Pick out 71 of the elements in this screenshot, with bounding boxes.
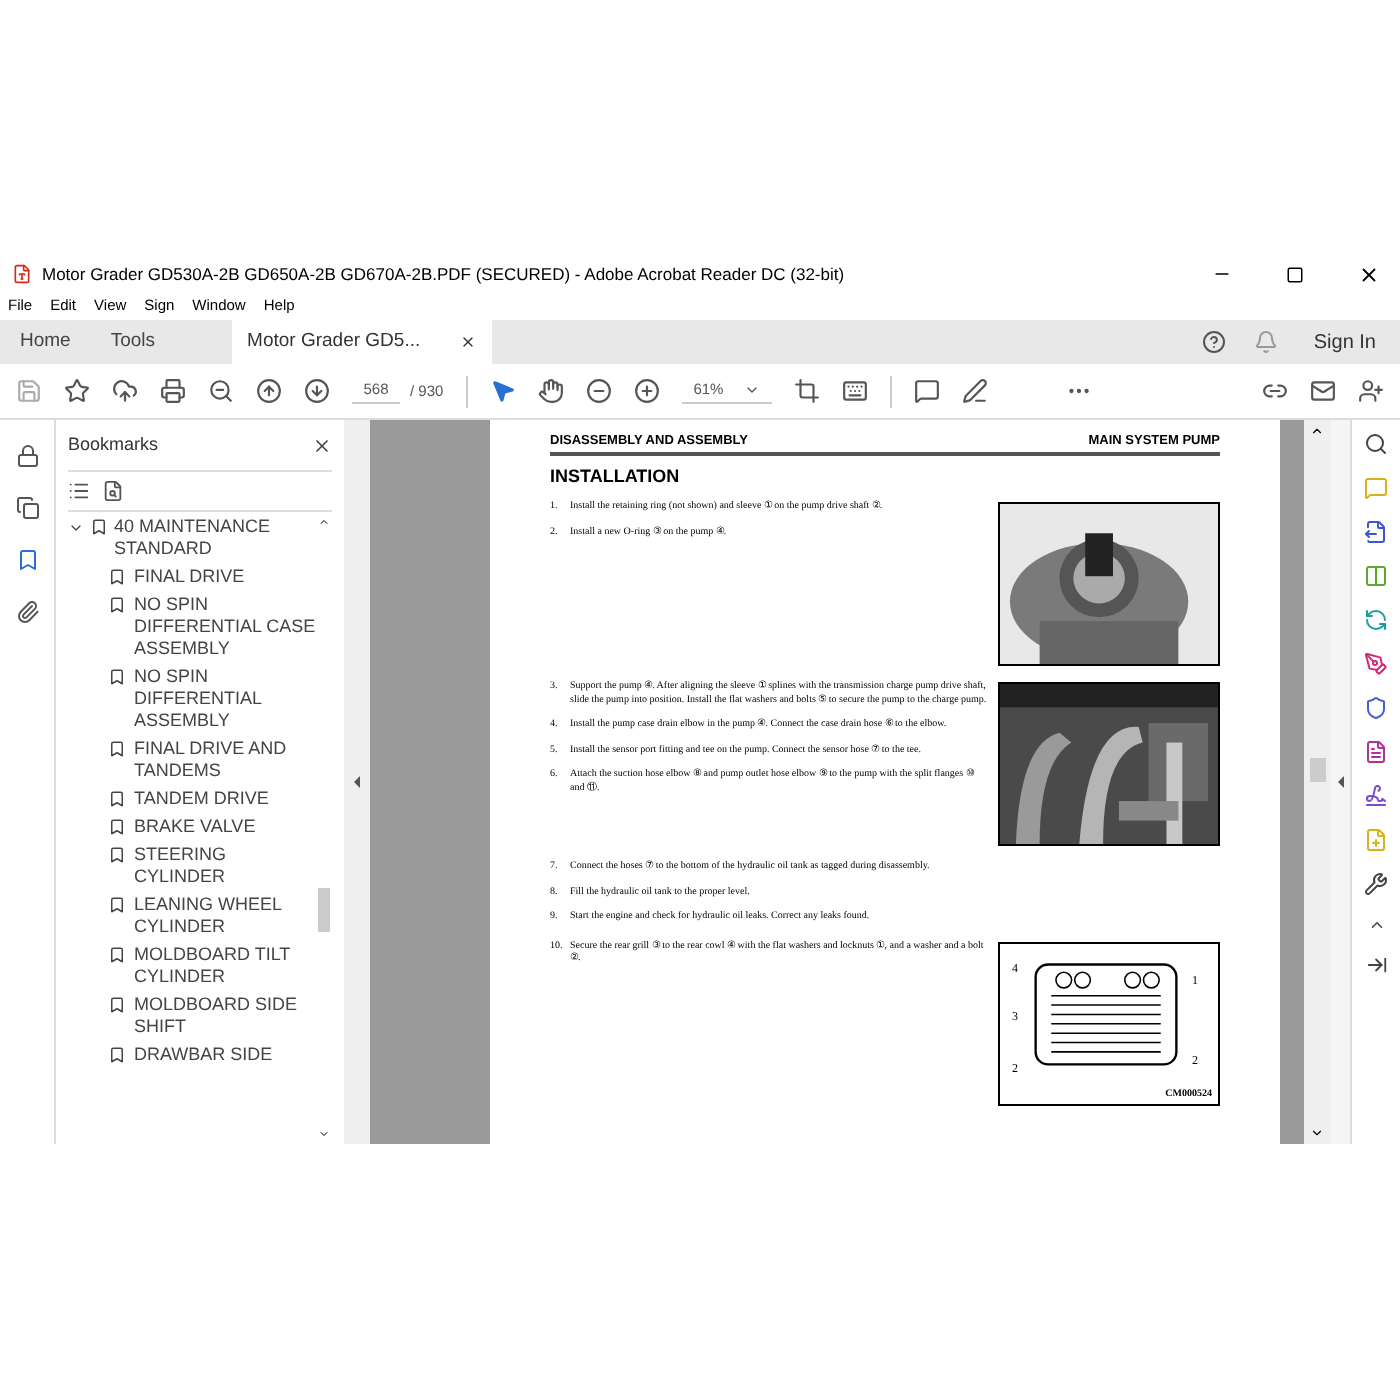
help-icon[interactable]: [1201, 330, 1226, 354]
caret-icon: [743, 382, 760, 398]
export-icon[interactable]: [1364, 520, 1388, 544]
search-icon[interactable]: [208, 378, 234, 404]
mail-icon[interactable]: [1310, 378, 1336, 404]
bookmark-icon: [108, 996, 126, 1014]
bookmark-icon: [108, 896, 126, 914]
bookmark-icon: [108, 946, 126, 964]
bookmark-item[interactable]: NO SPIN DIFFERENTIAL ASSEMBLY: [68, 666, 316, 732]
bookmark-icon: [108, 1046, 126, 1064]
close-tab-icon[interactable]: [459, 334, 476, 350]
chevron-up-icon[interactable]: [1367, 916, 1385, 934]
bookmark-item[interactable]: MOLDBOARD SIDE SHIFT: [68, 994, 316, 1038]
bookmark-item[interactable]: FINAL DRIVE AND TANDEMS: [68, 738, 316, 782]
collapse-left-icon[interactable]: [354, 776, 360, 788]
document-icon[interactable]: [1364, 740, 1388, 764]
bookmark-icon: [108, 668, 126, 686]
find-bookmark-icon[interactable]: [102, 480, 124, 502]
comment-icon[interactable]: [913, 378, 940, 404]
zoom-in-icon[interactable]: [633, 378, 660, 404]
convert-icon[interactable]: [1364, 608, 1388, 632]
bookmark-item[interactable]: STEERING CYLINDER: [68, 844, 316, 888]
pen-icon[interactable]: [961, 378, 988, 404]
tools-icon[interactable]: [1364, 872, 1388, 896]
expand-icon[interactable]: [1365, 954, 1387, 976]
bookmark-item[interactable]: NO SPIN DIFFERENTIAL CASE ASSEMBLY: [68, 594, 316, 660]
cursor-icon[interactable]: [489, 378, 516, 404]
bookmark-icon: [108, 740, 126, 758]
hand-icon[interactable]: [537, 378, 564, 404]
user-add-icon[interactable]: [1358, 378, 1384, 404]
close-icon[interactable]: [312, 435, 332, 455]
sign-in-link[interactable]: Sign In: [1313, 327, 1376, 357]
tab[interactable]: Home: [0, 320, 91, 364]
pdf-icon: [12, 264, 32, 284]
options-icon[interactable]: [68, 480, 90, 502]
bookmark-item[interactable]: TANDEM DRIVE: [68, 788, 316, 810]
sign-icon[interactable]: [1364, 784, 1388, 808]
search-icon[interactable]: [1364, 432, 1388, 456]
expand-chevron-icon[interactable]: [68, 520, 84, 536]
tab[interactable]: Motor Grader GD5...: [231, 320, 492, 364]
zoom-out-icon[interactable]: [585, 378, 612, 404]
shield-icon[interactable]: [1364, 696, 1388, 720]
bookmark-item[interactable]: DRAWBAR SIDE: [68, 1044, 316, 1066]
panel-title: Bookmarks: [68, 431, 159, 458]
collapse-right-icon[interactable]: [1337, 776, 1343, 788]
bookmark-item[interactable]: MOLDBOARD TILT CYLINDER: [68, 944, 316, 988]
scrollbar-thumb[interactable]: [318, 888, 330, 932]
pages-icon[interactable]: [15, 496, 39, 520]
previous-page-icon[interactable]: [256, 378, 282, 404]
attachment-icon[interactable]: [15, 600, 39, 624]
lock-icon[interactable]: [15, 444, 39, 468]
window-title: Motor Grader GD530A-2B GD650A-2B GD670A-2B.PDF (SECURED) - Adobe Acrobat Reader DC (32-bit): [42, 261, 845, 287]
bookmark-item[interactable]: BRAKE VALVE: [68, 816, 316, 838]
upload-icon[interactable]: [112, 378, 138, 404]
tab[interactable]: Tools: [90, 320, 176, 364]
bookmark-item[interactable]: 40 MAINTENANCE STANDARD: [68, 516, 316, 560]
bookmark-item[interactable]: FINAL DRIVE: [68, 566, 316, 588]
next-page-icon[interactable]: [304, 378, 330, 404]
print-icon[interactable]: [160, 378, 186, 404]
star-icon[interactable]: [64, 378, 90, 404]
edit-icon[interactable]: [1364, 652, 1388, 676]
close-icon[interactable]: [1358, 263, 1380, 285]
bookmark-item[interactable]: LEANING WHEEL CYLINDER: [68, 894, 316, 938]
scroll-down-icon[interactable]: [1310, 1126, 1324, 1140]
section-heading: INSTALLATION: [550, 463, 682, 490]
bookmark-icon: [90, 518, 108, 536]
scroll-up-icon[interactable]: [1310, 424, 1324, 438]
maximize-icon[interactable]: [1286, 265, 1304, 283]
organize-icon[interactable]: [1364, 564, 1388, 588]
bookmark-icon[interactable]: [15, 548, 39, 572]
scrollbar-thumb[interactable]: [1309, 758, 1325, 782]
